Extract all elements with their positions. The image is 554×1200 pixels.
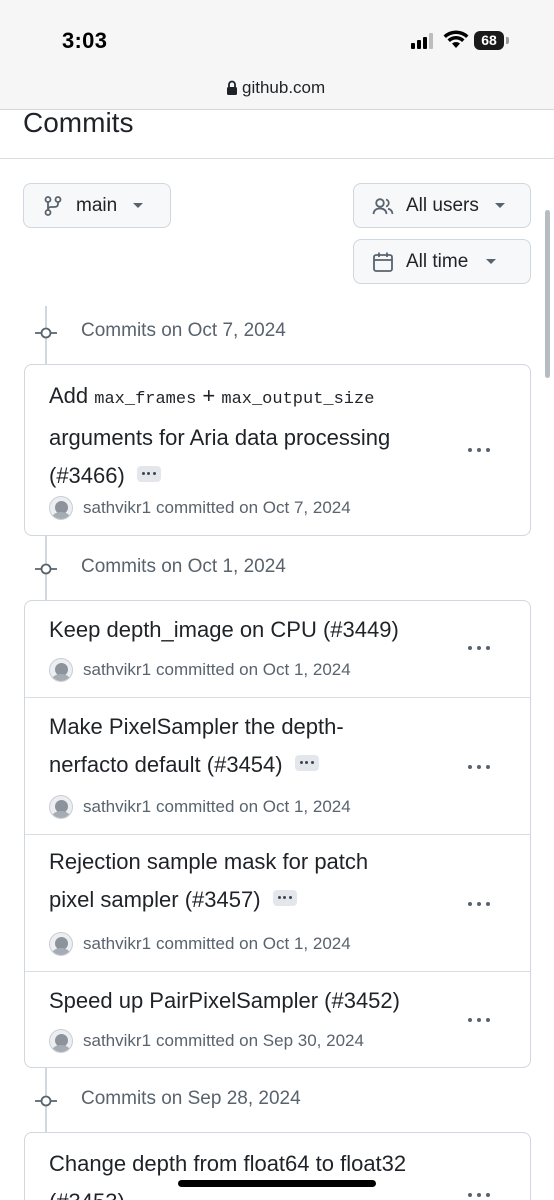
commit-message-code: max_frames [94, 390, 197, 409]
commit-card: Add max_frames + max_output_size argumen… [24, 364, 531, 536]
calendar-icon [373, 252, 393, 272]
battery-icon: 68 [474, 31, 504, 50]
avatar[interactable] [49, 496, 73, 520]
url-text: github.com [242, 78, 326, 97]
commit-date: committed on Oct 7, 2024 [156, 498, 351, 517]
commit-row: Rejection sample mask for patch pixel sa… [25, 834, 530, 971]
commit-message[interactable]: Add max_frames + max_output_size argumen… [49, 377, 449, 495]
commit-meta: sathvikr1 committed on Oct 1, 2024 [49, 658, 351, 682]
commit-group-heading: Commits on Oct 1, 2024 [81, 556, 286, 577]
more-options-icon[interactable] [466, 763, 492, 771]
commit-message-text: Rejection sample mask for patch pixel sa… [49, 849, 369, 912]
people-icon [372, 197, 394, 214]
commit-meta: sathvikr1 committed on Sep 30, 2024 [49, 1029, 364, 1053]
commit-group-heading: Commits on Oct 7, 2024 [81, 320, 286, 341]
commit-message[interactable]: Make PixelSampler the depth-nerfacto def… [49, 708, 369, 784]
address-bar[interactable]: github.com [0, 70, 554, 110]
commit-message[interactable]: Change depth from float64 to float32 (#3… [49, 1145, 449, 1200]
lock-icon [227, 80, 237, 95]
chevron-down-icon [133, 203, 144, 208]
avatar[interactable] [49, 658, 73, 682]
battery-nub [506, 37, 509, 44]
commit-card: Change depth from float64 to float32 (#3… [24, 1132, 531, 1200]
page-title: Commits [23, 107, 134, 138]
time-label: All time [406, 250, 469, 272]
commit-message-code: max_output_size [221, 390, 375, 409]
more-options-icon[interactable] [466, 1016, 492, 1024]
commit-message-text: arguments for Aria data processing (#346… [49, 425, 391, 488]
commit-row: Change depth from float64 to float32 (#3… [25, 1133, 530, 1200]
more-options-icon[interactable] [466, 1191, 492, 1199]
commit-message[interactable]: Keep depth_image on CPU (#3449) [49, 611, 449, 649]
users-label: All users [406, 194, 479, 216]
commit-node-icon [35, 1095, 57, 1107]
users-filter-button[interactable]: All users [353, 183, 531, 228]
more-options-icon[interactable] [466, 446, 492, 454]
commit-node-icon [35, 327, 57, 339]
avatar[interactable] [49, 795, 73, 819]
scrollbar[interactable] [545, 210, 550, 378]
commit-date: committed on Oct 1, 2024 [156, 934, 351, 953]
commit-date: committed on Oct 1, 2024 [156, 660, 351, 679]
chevron-down-icon [486, 259, 497, 264]
commit-message-text: Add [49, 383, 95, 408]
commit-card: Keep depth_image on CPU (#3449) sathvikr… [24, 600, 531, 1068]
git-branch-icon [44, 195, 62, 216]
wifi-icon [443, 30, 469, 48]
commit-message-text: + [196, 383, 222, 408]
branch-label: main [76, 194, 118, 216]
author-link[interactable]: sathvikr1 [83, 934, 151, 954]
commit-date: committed on Sep 30, 2024 [156, 1031, 364, 1050]
commit-node-icon [35, 563, 57, 575]
divider [0, 158, 554, 159]
author-link[interactable]: sathvikr1 [83, 797, 151, 817]
commit-message[interactable]: Rejection sample mask for patch pixel sa… [49, 843, 399, 919]
commit-row: Add max_frames + max_output_size argumen… [25, 365, 530, 535]
cellular-signal-icon [411, 33, 437, 49]
commit-meta: sathvikr1 committed on Oct 7, 2024 [49, 496, 351, 520]
more-options-icon[interactable] [466, 644, 492, 652]
expand-description-button[interactable] [136, 466, 161, 483]
status-bar: 3:03 68 [0, 0, 554, 70]
author-link[interactable]: sathvikr1 [83, 660, 151, 680]
time-filter-button[interactable]: All time [353, 239, 531, 284]
commit-meta: sathvikr1 committed on Oct 1, 2024 [49, 795, 351, 819]
expand-description-button[interactable] [294, 755, 319, 772]
avatar[interactable] [49, 1029, 73, 1053]
commit-date: committed on Oct 1, 2024 [156, 797, 351, 816]
home-indicator[interactable] [178, 1180, 376, 1187]
commit-group-heading: Commits on Sep 28, 2024 [81, 1088, 301, 1109]
commit-message[interactable]: Speed up PairPixelSampler (#3452) [49, 982, 449, 1020]
status-time: 3:03 [62, 28, 108, 53]
commit-row: Speed up PairPixelSampler (#3452) sathvi… [25, 971, 530, 1067]
more-options-icon[interactable] [466, 900, 492, 908]
chevron-down-icon [494, 203, 505, 208]
commit-row: Make PixelSampler the depth-nerfacto def… [25, 697, 530, 834]
commit-row: Keep depth_image on CPU (#3449) sathvikr… [25, 601, 530, 697]
commit-meta: sathvikr1 committed on Oct 1, 2024 [49, 932, 351, 956]
author-link[interactable]: sathvikr1 [83, 1031, 151, 1051]
author-link[interactable]: sathvikr1 [83, 498, 151, 518]
avatar[interactable] [49, 932, 73, 956]
expand-description-button[interactable] [272, 890, 297, 907]
branch-select-button[interactable]: main [23, 183, 171, 228]
